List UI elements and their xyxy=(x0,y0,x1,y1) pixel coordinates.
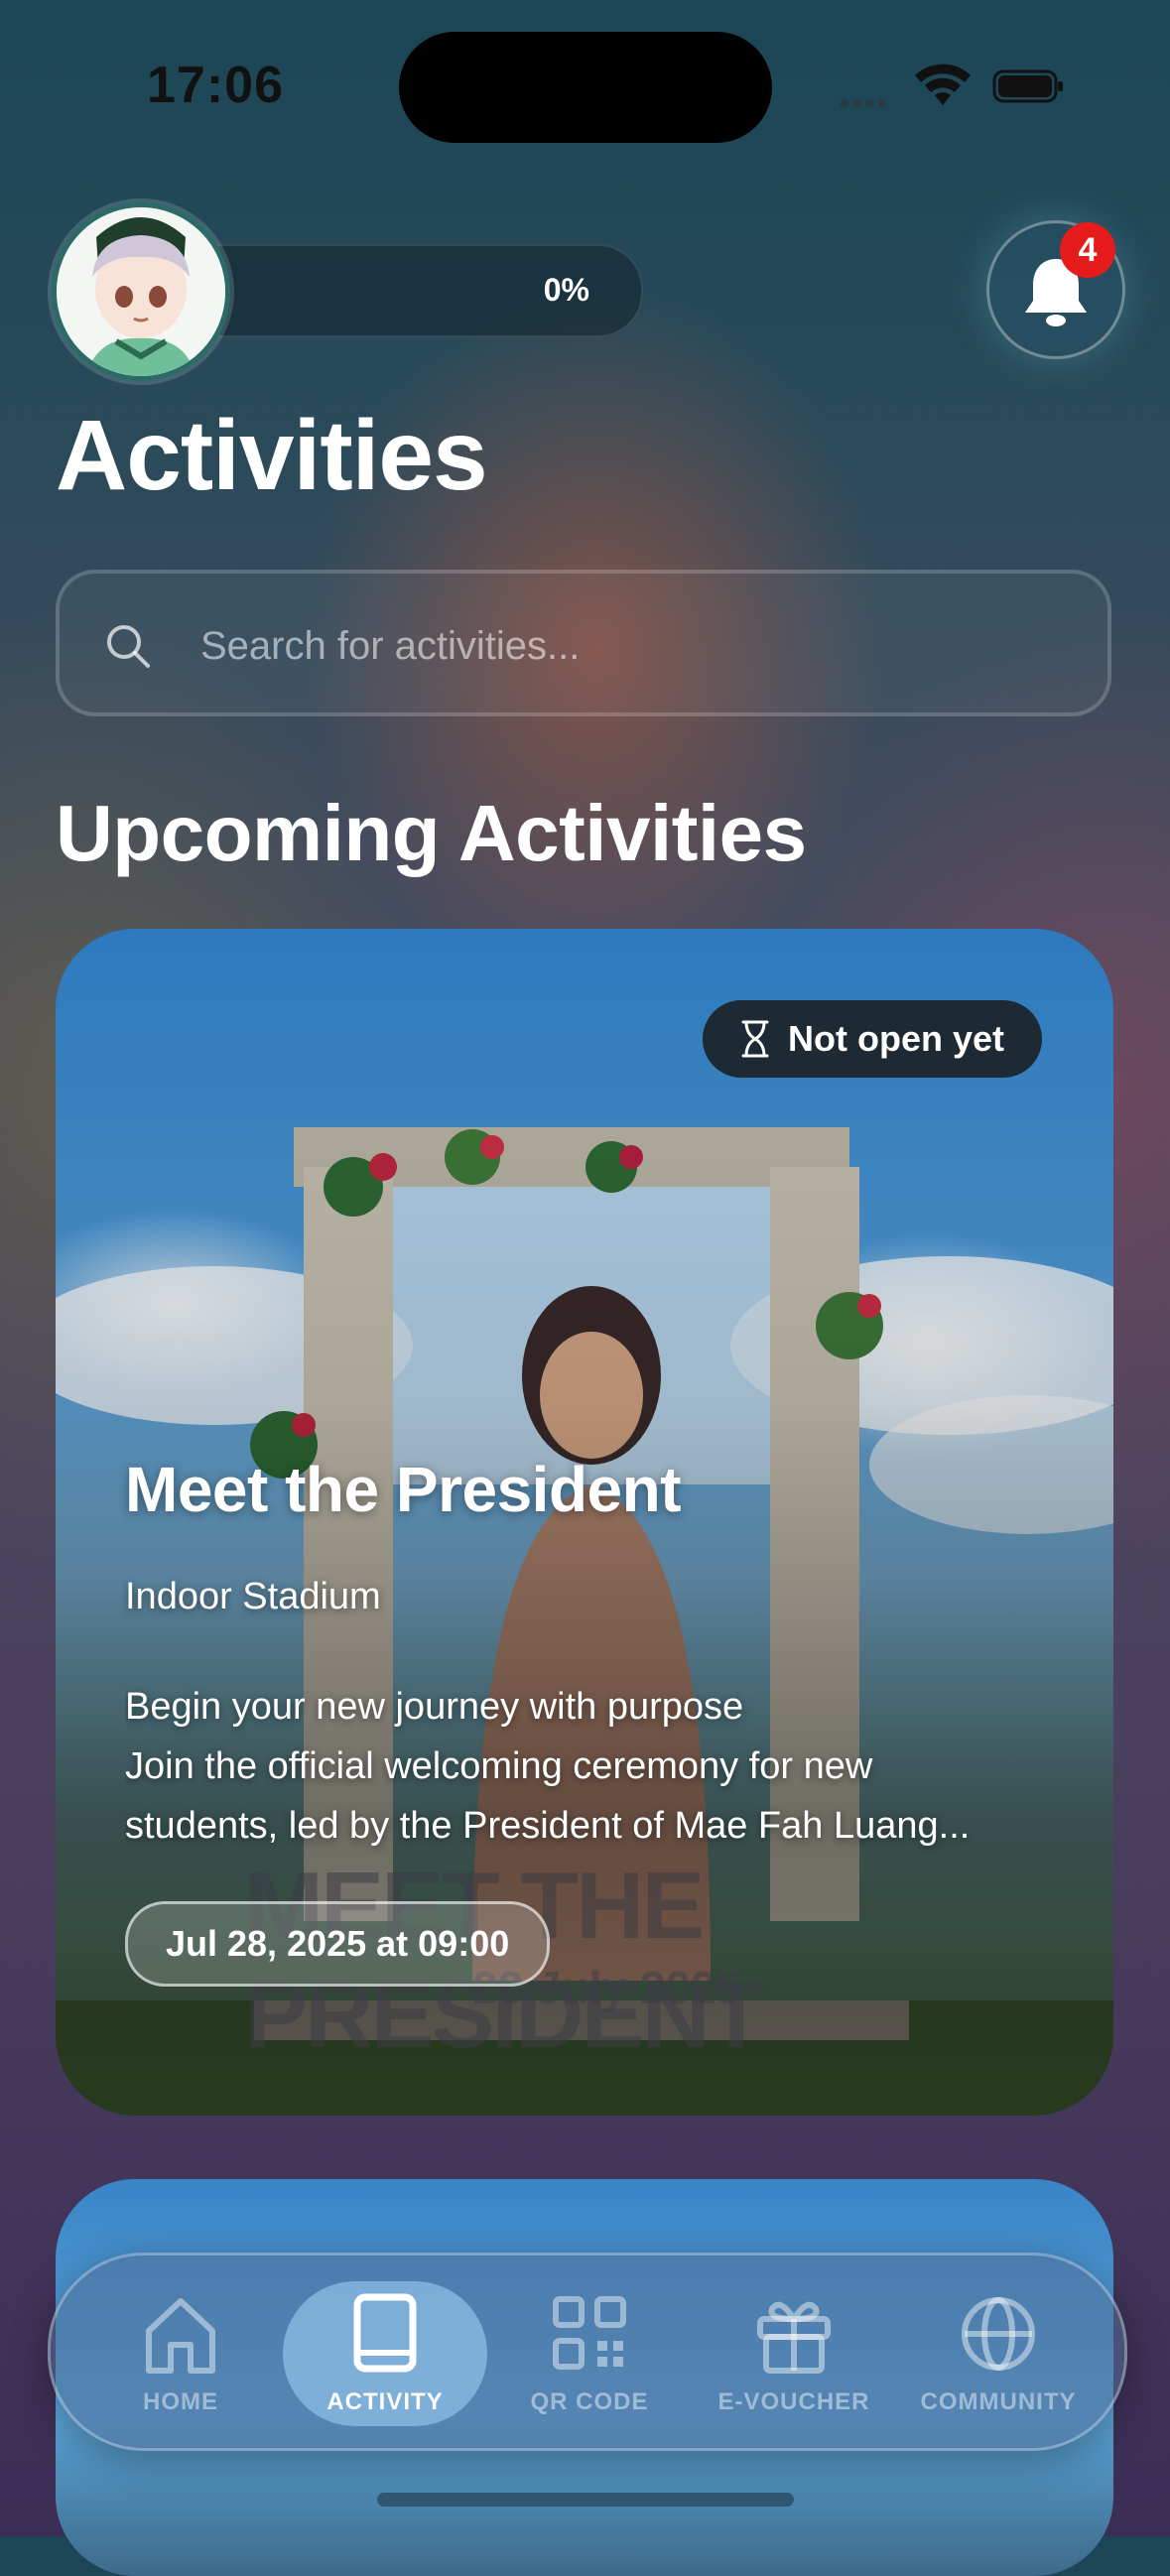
tab-bar: HOME ACTIVITY QR CODE E-VOUCHER COMMUNIT… xyxy=(48,2253,1127,2451)
search-icon xyxy=(107,625,150,668)
section-title: Upcoming Activities xyxy=(56,789,807,877)
progress-percent: 0% xyxy=(543,272,589,308)
activity-description: Begin your new journey with purpose Join… xyxy=(125,1677,1058,1856)
tab-e-voucher[interactable]: E-VOUCHER xyxy=(700,2255,888,2448)
tab-home[interactable]: HOME xyxy=(86,2255,275,2448)
status-time: 17:06 xyxy=(147,57,284,114)
home-indicator xyxy=(377,2493,794,2507)
gift-icon xyxy=(757,2301,831,2374)
tab-label: HOME xyxy=(143,2388,218,2415)
globe-icon xyxy=(962,2297,1035,2371)
tab-community[interactable]: COMMUNITY xyxy=(904,2255,1093,2448)
activity-datetime: Jul 28, 2025 at 09:00 xyxy=(125,1901,551,1987)
hourglass-icon xyxy=(741,1020,769,1058)
tab-qr-code[interactable]: QR CODE xyxy=(495,2255,684,2448)
tab-label: E-VOUCHER xyxy=(717,2388,870,2415)
activity-card[interactable]: MEET THE PRESIDENT 28 July 2025 Not open… xyxy=(56,929,1113,2116)
signal-icon xyxy=(840,95,899,108)
home-icon xyxy=(146,2298,215,2374)
tab-label: QR CODE xyxy=(530,2388,649,2415)
page-title: Activities xyxy=(56,400,488,511)
activity-title: Meet the President xyxy=(125,1454,682,1525)
qr-code-icon xyxy=(553,2296,626,2370)
notification-badge: 4 xyxy=(1060,222,1115,278)
search-bar[interactable] xyxy=(56,570,1111,716)
battery-icon xyxy=(992,69,1063,103)
activity-location: Indoor Stadium xyxy=(125,1576,381,1617)
avatar[interactable] xyxy=(52,202,230,381)
tab-label: COMMUNITY xyxy=(920,2388,1077,2415)
dynamic-island xyxy=(399,32,772,143)
tab-label: ACTIVITY xyxy=(326,2388,444,2415)
status-badge: Not open yet xyxy=(702,1000,1042,1078)
search-input[interactable] xyxy=(198,607,1076,685)
book-icon xyxy=(353,2293,417,2373)
description-line: Join the official welcoming ceremony for… xyxy=(125,1745,873,1787)
wifi-icon xyxy=(915,64,971,105)
status-label: Not open yet xyxy=(787,1018,1004,1059)
description-line: students, led by the President of Mae Fa… xyxy=(125,1805,971,1847)
progress-bar: 0% xyxy=(179,244,643,337)
tab-activity[interactable]: ACTIVITY xyxy=(283,2255,487,2448)
description-line: Begin your new journey with purpose xyxy=(125,1686,744,1728)
avatar-image xyxy=(57,207,225,376)
